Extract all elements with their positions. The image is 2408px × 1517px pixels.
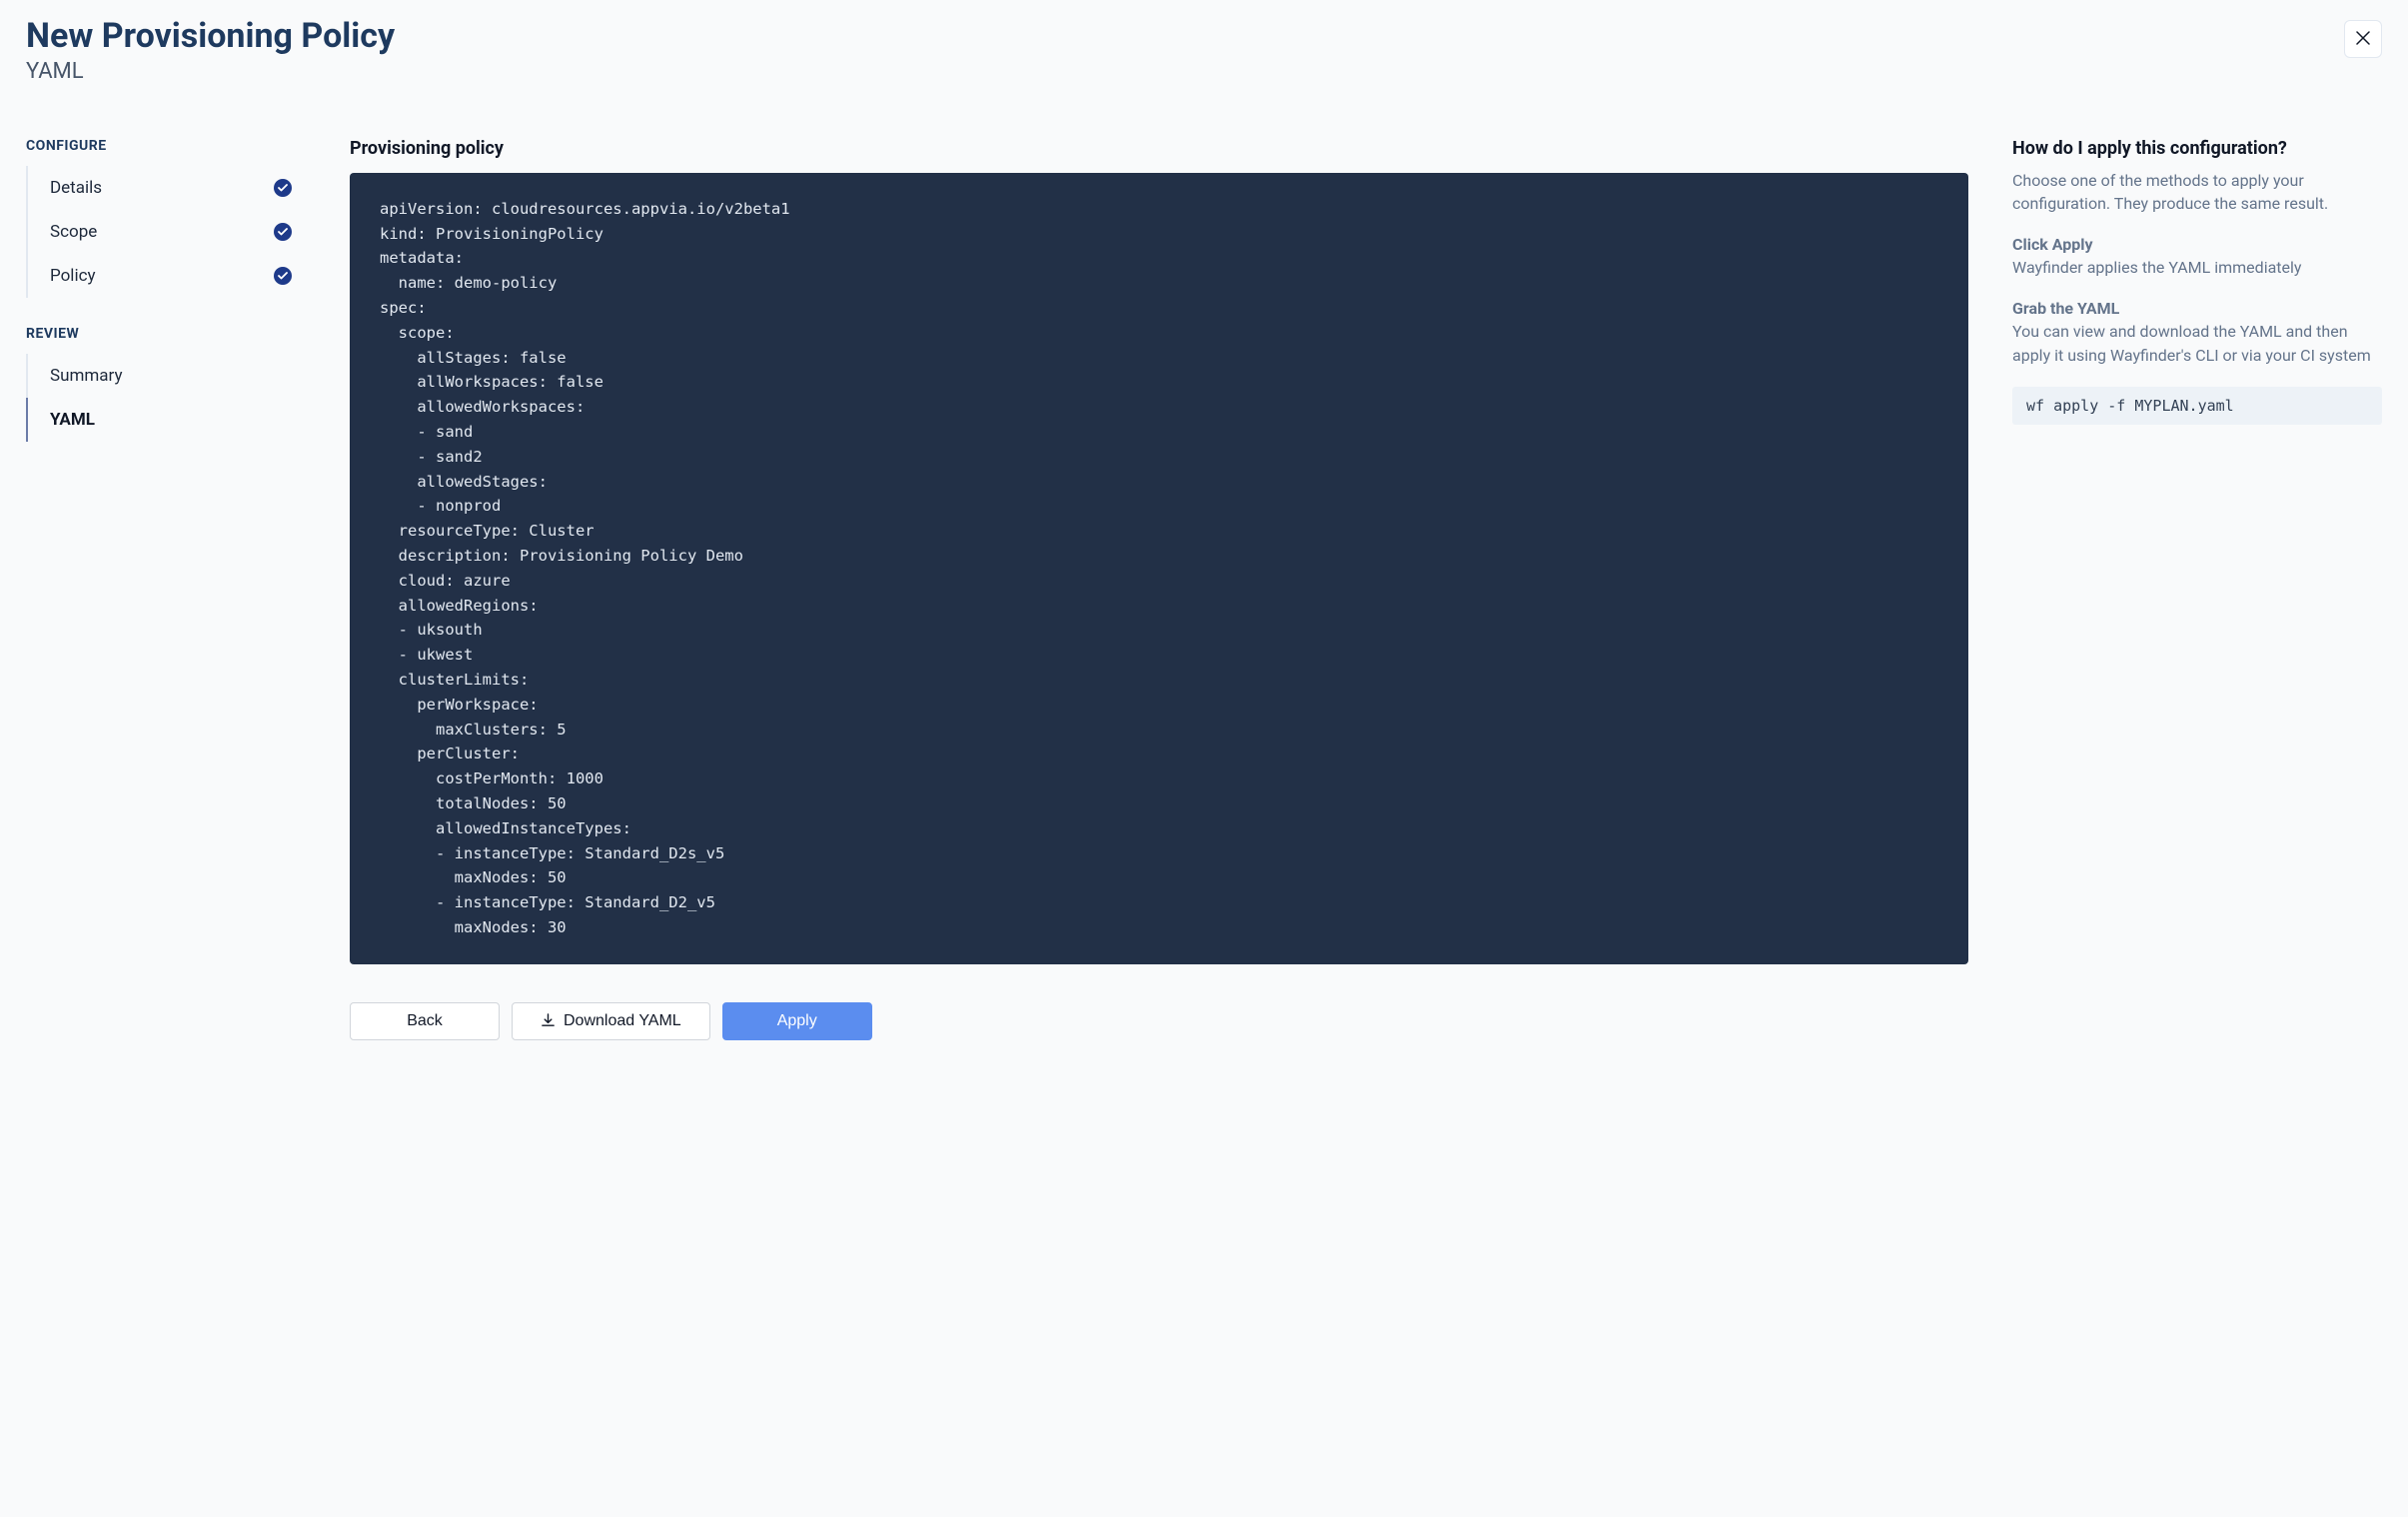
wizard-nav: CONFIGURE Details Scope Policy bbox=[26, 138, 306, 1040]
nav-item-label: Scope bbox=[50, 222, 97, 242]
nav-section-review-label: REVIEW bbox=[26, 326, 306, 342]
check-icon bbox=[274, 179, 292, 197]
check-icon bbox=[274, 223, 292, 241]
nav-item-details[interactable]: Details bbox=[28, 166, 306, 210]
help-method1-title: Click Apply bbox=[2012, 235, 2382, 254]
nav-item-policy[interactable]: Policy bbox=[28, 254, 306, 298]
nav-item-label: Summary bbox=[50, 366, 122, 386]
help-panel: How do I apply this configuration? Choos… bbox=[2012, 138, 2382, 1040]
nav-item-label: YAML bbox=[50, 410, 95, 430]
help-method2-desc: You can view and download the YAML and t… bbox=[2012, 320, 2382, 366]
close-button[interactable] bbox=[2344, 20, 2382, 58]
apply-button[interactable]: Apply bbox=[722, 1002, 872, 1040]
nav-group-review: Summary YAML bbox=[26, 354, 306, 442]
help-method1-desc: Wayfinder applies the YAML immediately bbox=[2012, 256, 2382, 279]
cli-command[interactable]: wf apply -f MYPLAN.yaml bbox=[2012, 387, 2382, 425]
new-provisioning-policy-modal: New Provisioning Policy YAML CONFIGURE D… bbox=[0, 0, 2408, 1517]
check-icon bbox=[274, 267, 292, 285]
download-yaml-label: Download YAML bbox=[564, 1012, 681, 1030]
download-yaml-button[interactable]: Download YAML bbox=[512, 1002, 710, 1040]
action-buttons: Back Download YAML Apply bbox=[350, 1002, 1968, 1040]
yaml-editor[interactable]: apiVersion: cloudresources.appvia.io/v2b… bbox=[350, 173, 1968, 964]
help-heading: How do I apply this configuration? bbox=[2012, 138, 2382, 159]
nav-item-label: Policy bbox=[50, 266, 96, 286]
nav-item-label: Details bbox=[50, 178, 102, 198]
help-method2-title: Grab the YAML bbox=[2012, 299, 2382, 318]
close-icon bbox=[2356, 29, 2370, 50]
page-subtitle: YAML bbox=[26, 59, 395, 84]
nav-section-configure-label: CONFIGURE bbox=[26, 138, 306, 154]
nav-item-scope[interactable]: Scope bbox=[28, 210, 306, 254]
nav-group-configure: Details Scope Policy bbox=[26, 166, 306, 298]
nav-item-yaml[interactable]: YAML bbox=[28, 398, 306, 442]
yaml-panel: Provisioning policy apiVersion: cloudres… bbox=[350, 138, 1968, 1040]
help-intro: Choose one of the methods to apply your … bbox=[2012, 169, 2382, 215]
nav-item-summary[interactable]: Summary bbox=[28, 354, 306, 398]
center-heading: Provisioning policy bbox=[350, 138, 1968, 159]
back-button[interactable]: Back bbox=[350, 1002, 500, 1040]
modal-header: New Provisioning Policy YAML bbox=[26, 16, 2382, 84]
download-icon bbox=[541, 1013, 556, 1028]
page-title: New Provisioning Policy bbox=[26, 16, 395, 57]
